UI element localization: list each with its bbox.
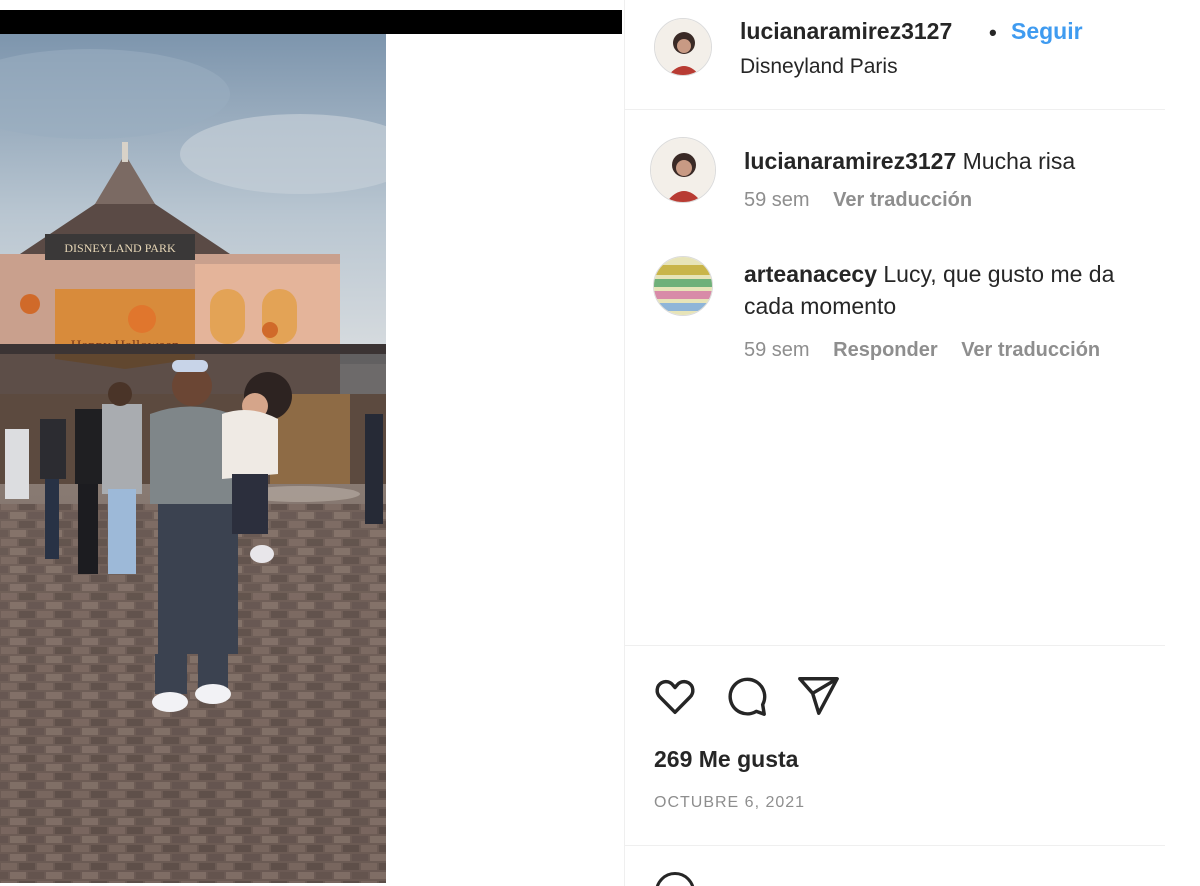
- avatar[interactable]: [653, 256, 713, 316]
- translate-link[interactable]: Ver traducción: [833, 189, 972, 211]
- paper-plane-icon[interactable]: [795, 673, 841, 719]
- reply-link[interactable]: Responder: [833, 339, 937, 361]
- media-top-bar: [0, 10, 622, 34]
- photo-sign-text: DISNEYLAND PARK: [64, 241, 176, 255]
- translate-link[interactable]: Ver traducción: [961, 339, 1100, 361]
- emoji-icon[interactable]: [655, 872, 695, 886]
- avatar[interactable]: [654, 18, 712, 76]
- likes-count[interactable]: 269 Me gusta: [654, 746, 798, 773]
- comment-age[interactable]: 59 sem: [744, 189, 810, 211]
- avatar[interactable]: [650, 137, 716, 203]
- post-side-panel: lucianaramirez3127 • Seguir Disneyland P…: [624, 0, 1165, 886]
- comment-meta: 59 sem Ver traducción: [744, 189, 990, 212]
- comment-body: Mucha risa: [956, 148, 1076, 174]
- post-author-username[interactable]: lucianaramirez3127: [740, 18, 952, 45]
- post-photo[interactable]: DISNEYLAND PARK Happy Halloween: [0, 34, 386, 883]
- comment-text: arteanacecy Lucy, que gusto me da cada m…: [744, 258, 1164, 322]
- add-comment-bar: [625, 845, 1165, 886]
- follow-button[interactable]: Seguir: [1011, 18, 1083, 45]
- comment-username[interactable]: arteanacecy: [744, 261, 877, 287]
- speech-bubble-icon[interactable]: [723, 673, 769, 719]
- comment-username[interactable]: lucianaramirez3127: [744, 148, 956, 174]
- post-header: lucianaramirez3127 • Seguir Disneyland P…: [625, 0, 1165, 110]
- post-actions: 269 Me gusta OCTUBRE 6, 2021: [625, 645, 1165, 845]
- post-location[interactable]: Disneyland Paris: [740, 55, 898, 79]
- separator-dot: •: [989, 20, 997, 45]
- post-date[interactable]: OCTUBRE 6, 2021: [654, 794, 805, 812]
- comment-text: lucianaramirez3127 Mucha risa: [744, 145, 1164, 177]
- instagram-post-view: DISNEYLAND PARK Happy Halloween: [0, 0, 1200, 886]
- comment-meta: 59 sem Responder Ver traducción: [744, 339, 1118, 362]
- heart-icon[interactable]: [652, 673, 698, 719]
- comment-age[interactable]: 59 sem: [744, 339, 810, 361]
